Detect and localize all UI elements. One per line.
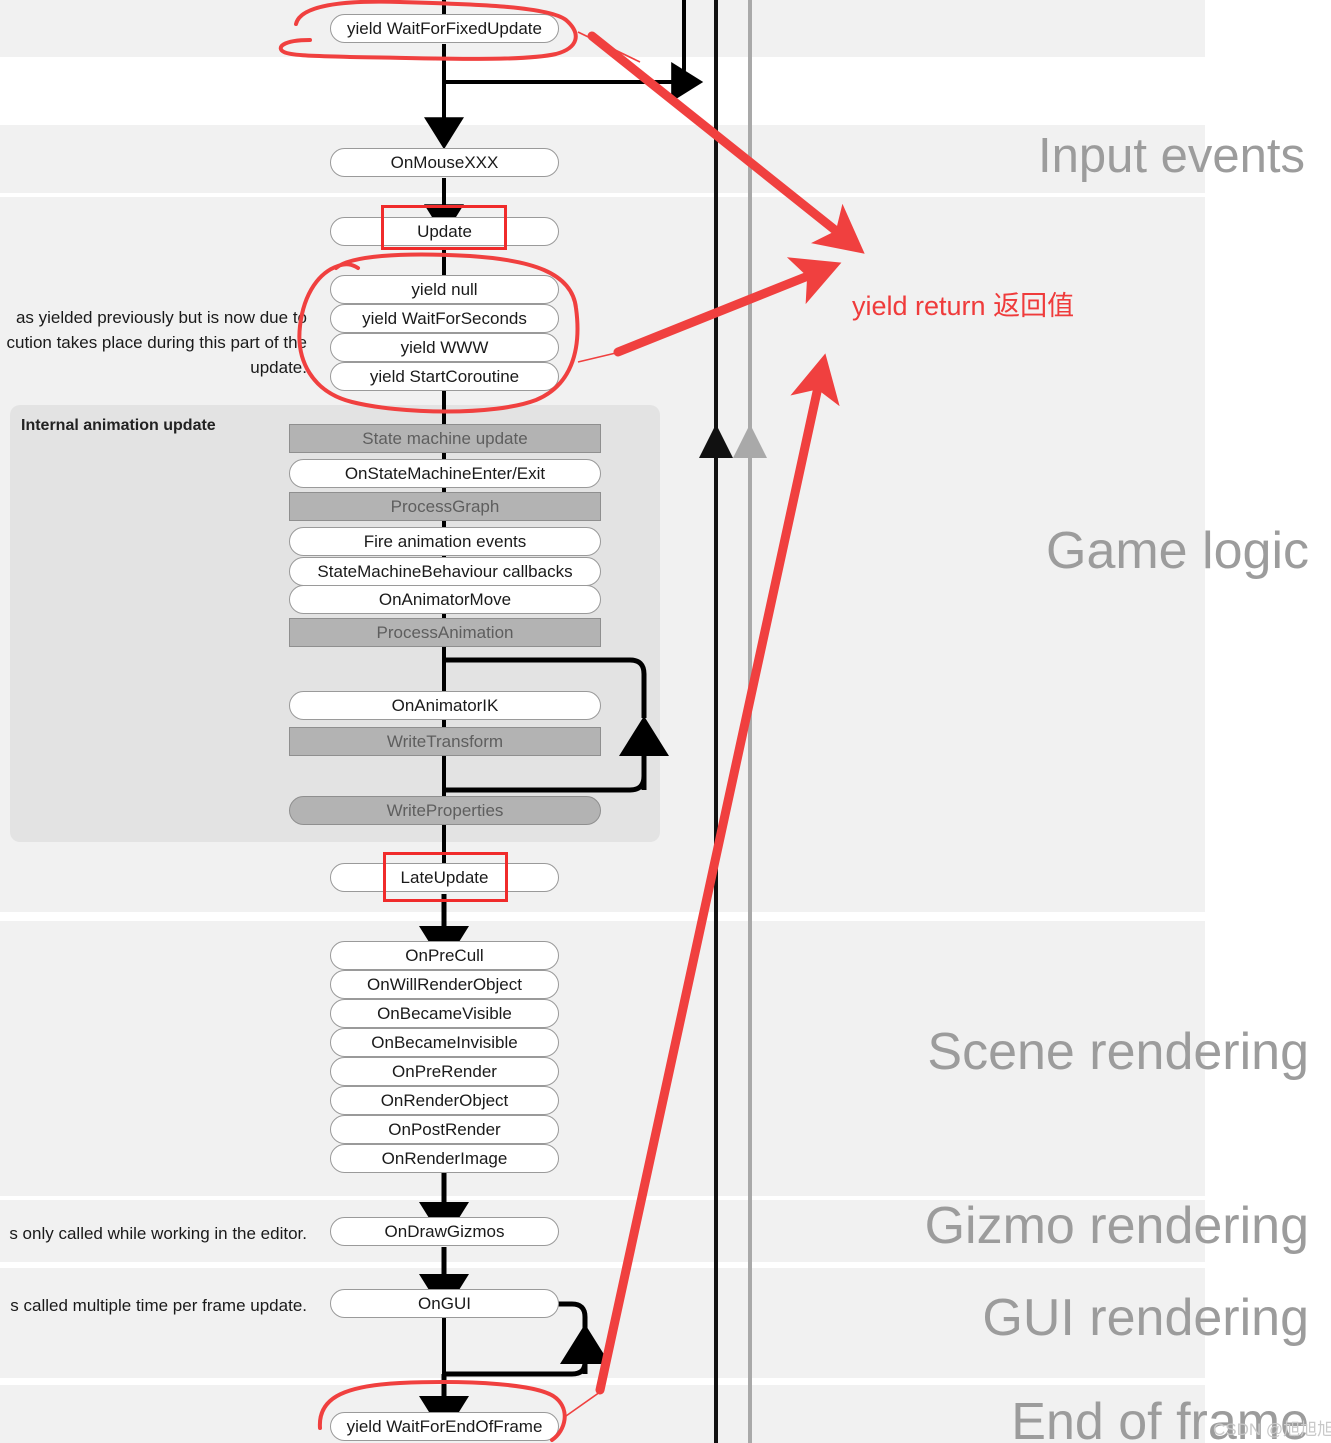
node-state-machine-update[interactable]: State machine update bbox=[289, 424, 601, 453]
node-yield-wait-for-seconds[interactable]: yield WaitForSeconds bbox=[330, 304, 559, 333]
node-state-machine-behaviour-callbacks[interactable]: StateMachineBehaviour callbacks bbox=[289, 557, 601, 586]
diagram-canvas: Input events Game logic Scene rendering … bbox=[0, 0, 1331, 1443]
node-on-render-object[interactable]: OnRenderObject bbox=[330, 1086, 559, 1115]
node-on-mouse-xxx[interactable]: OnMouseXXX bbox=[330, 148, 559, 177]
node-on-pre-render[interactable]: OnPreRender bbox=[330, 1057, 559, 1086]
phase-label-gizmo-rendering: Gizmo rendering bbox=[924, 1197, 1309, 1255]
node-yield-wait-for-end-of-frame[interactable]: yield WaitForEndOfFrame bbox=[330, 1412, 559, 1441]
note-coroutine: as yielded previously but is now due to … bbox=[6, 308, 307, 377]
node-on-animator-move[interactable]: OnAnimatorMove bbox=[289, 585, 601, 614]
node-yield-start-coroutine[interactable]: yield StartCoroutine bbox=[330, 362, 559, 391]
node-yield-wait-for-fixed-update[interactable]: yield WaitForFixedUpdate bbox=[330, 14, 559, 43]
node-on-animator-ik[interactable]: OnAnimatorIK bbox=[289, 691, 601, 720]
node-fire-animation-events[interactable]: Fire animation events bbox=[289, 527, 601, 556]
node-on-post-render[interactable]: OnPostRender bbox=[330, 1115, 559, 1144]
phase-band-input bbox=[0, 125, 1205, 193]
csdn-watermark: CSDN @旭旭旭xu bbox=[1213, 1420, 1331, 1439]
node-yield-www[interactable]: yield WWW bbox=[330, 333, 559, 362]
node-on-became-invisible[interactable]: OnBecameInvisible bbox=[330, 1028, 559, 1057]
node-on-draw-gizmos[interactable]: OnDrawGizmos bbox=[330, 1217, 559, 1246]
phase-label-input-events: Input events bbox=[1038, 129, 1305, 183]
phase-label-gui-rendering: GUI rendering bbox=[982, 1289, 1309, 1347]
node-process-graph[interactable]: ProcessGraph bbox=[289, 492, 601, 521]
node-write-transform[interactable]: WriteTransform bbox=[289, 727, 601, 756]
phase-label-scene-rendering: Scene rendering bbox=[927, 1023, 1309, 1081]
node-on-will-render-object[interactable]: OnWillRenderObject bbox=[330, 970, 559, 999]
highlight-rect-late-update bbox=[383, 852, 508, 902]
annotation-yield-return-label: yield return 返回值 bbox=[852, 291, 1075, 321]
highlight-rect-update bbox=[381, 205, 507, 250]
note-gizmos: s only called while working in the edito… bbox=[9, 1224, 307, 1243]
node-process-animation[interactable]: ProcessAnimation bbox=[289, 618, 601, 647]
node-on-pre-cull[interactable]: OnPreCull bbox=[330, 941, 559, 970]
phase-band-top bbox=[0, 0, 1205, 57]
node-yield-null[interactable]: yield null bbox=[330, 275, 559, 304]
node-on-gui[interactable]: OnGUI bbox=[330, 1289, 559, 1318]
node-on-state-machine-enter-exit[interactable]: OnStateMachineEnter/Exit bbox=[289, 459, 601, 488]
node-write-properties[interactable]: WriteProperties bbox=[289, 796, 601, 825]
phase-label-game-logic: Game logic bbox=[1046, 522, 1309, 580]
internal-animation-panel-title: Internal animation update bbox=[21, 417, 216, 434]
node-on-became-visible[interactable]: OnBecameVisible bbox=[330, 999, 559, 1028]
node-on-render-image[interactable]: OnRenderImage bbox=[330, 1144, 559, 1173]
note-gui: s called multiple time per frame update. bbox=[10, 1296, 307, 1315]
